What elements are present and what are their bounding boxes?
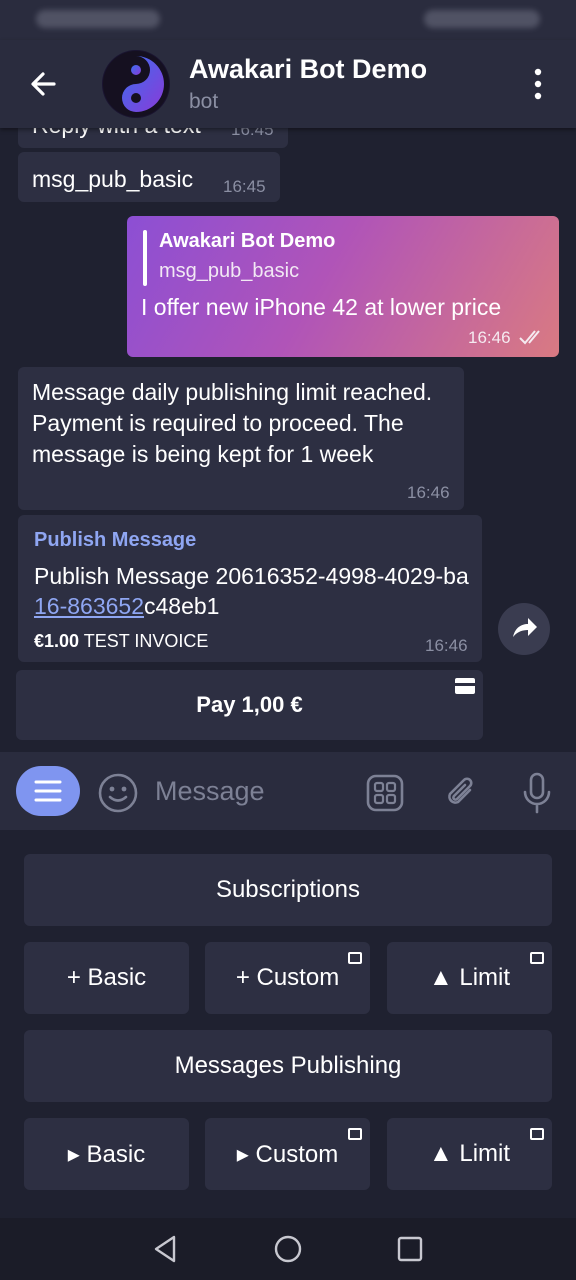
chat-header: Awakari Bot Demo bot: [0, 40, 576, 128]
menu-icon: [34, 780, 62, 802]
message-text: I offer new iPhone 42 at lower price: [141, 294, 502, 320]
keyboard-button-sub-custom[interactable]: + Custom: [205, 942, 370, 1014]
message-time: 16:46: [468, 328, 511, 347]
webapp-window-icon: [530, 1128, 544, 1140]
status-bar: [0, 0, 576, 40]
keyboard-button-label: ▸ Custom: [236, 1140, 339, 1168]
chat-subtitle: bot: [189, 90, 219, 113]
keyboard-button-pub-basic[interactable]: ▸ Basic: [24, 1118, 189, 1190]
share-button[interactable]: [498, 603, 550, 655]
invoice-description-tail: c48eb1: [144, 593, 220, 619]
pay-button[interactable]: Pay 1,00 €: [16, 670, 483, 740]
status-left-blur: [36, 10, 160, 28]
chat-messages[interactable]: Reply with a text 16:45 msg_pub_basic 16…: [0, 128, 576, 750]
system-navigation-bar: [0, 1218, 576, 1280]
pay-button-label: Pay 1,00 €: [196, 692, 303, 717]
invoice-phone-link[interactable]: 16-863652: [34, 593, 144, 619]
keyboard-button-subscriptions[interactable]: Subscriptions: [24, 854, 552, 926]
keyboard-button-label: ▸ Basic: [67, 1140, 146, 1168]
avatar-logo-icon: [103, 51, 169, 117]
credit-card-icon: [455, 678, 475, 694]
bot-avatar[interactable]: [102, 50, 170, 118]
chat-title[interactable]: Awakari Bot Demo: [189, 54, 427, 85]
bot-keyboard: Subscriptions + Basic + Custom ▲ Limit M…: [0, 830, 576, 1218]
status-right-blur: [424, 10, 540, 28]
webapp-window-icon: [348, 952, 362, 964]
message-bubble-incoming[interactable]: msg_pub_basic 16:45: [18, 152, 280, 202]
message-text: msg_pub_basic: [32, 166, 194, 192]
message-bubble-outgoing[interactable]: Awakari Bot Demo msg_pub_basic I offer n…: [127, 216, 559, 357]
keyboard-button-label: ▲ Limit: [428, 964, 511, 991]
reply-quote-title[interactable]: Awakari Bot Demo: [159, 230, 335, 253]
double-check-icon: [519, 330, 540, 345]
invoice-description-text: Publish Message 20616352-4998-4029-ba: [34, 563, 469, 589]
bot-menu-button[interactable]: [16, 766, 80, 816]
reply-quote-text: msg_pub_basic: [159, 260, 300, 282]
message-time: 16:45: [223, 177, 266, 196]
invoice-bubble[interactable]: Publish Message Publish Message 20616352…: [18, 515, 482, 662]
keyboard-button-messages-publishing[interactable]: Messages Publishing: [24, 1030, 552, 1102]
emoji-icon[interactable]: [97, 772, 139, 814]
keyboard-button-pub-custom[interactable]: ▸ Custom: [205, 1118, 370, 1190]
share-arrow-icon: [513, 618, 537, 637]
back-arrow-icon[interactable]: [24, 64, 64, 104]
keyboard-button-pub-limit[interactable]: ▲ Limit: [387, 1118, 552, 1190]
invoice-description: Publish Message 20616352-4998-4029-ba 16-…: [34, 561, 474, 621]
message-time: 16:46: [425, 636, 468, 655]
message-input-bar: [0, 752, 576, 830]
webapp-window-icon: [348, 1128, 362, 1140]
more-vertical-icon[interactable]: [526, 66, 550, 102]
keyboard-button-sub-limit[interactable]: ▲ Limit: [387, 942, 552, 1014]
message-text: Message daily publishing limit reached. …: [32, 379, 433, 467]
message-time: 16:46: [407, 483, 450, 502]
invoice-title: Publish Message: [34, 529, 197, 551]
microphone-icon[interactable]: [516, 770, 558, 816]
message-time: 16:45: [231, 128, 274, 139]
message-bubble-incoming[interactable]: Reply with a text 16:45: [18, 128, 288, 148]
keyboard-button-label: Subscriptions: [215, 876, 361, 903]
nav-recents-icon[interactable]: [394, 1233, 426, 1265]
keyboard-button-label: Messages Publishing: [174, 1052, 402, 1079]
command-grid-icon[interactable]: [364, 772, 406, 814]
keyboard-button-label: + Custom: [235, 964, 340, 991]
invoice-price: €1.00: [34, 631, 80, 651]
message-bubble-incoming[interactable]: Message daily publishing limit reached. …: [18, 367, 464, 510]
reply-quote-bar: [143, 230, 147, 286]
message-text: Reply with a text: [32, 128, 201, 141]
keyboard-button-label: + Basic: [66, 964, 147, 991]
invoice-price-line: €1.00 TEST INVOICE: [34, 631, 208, 652]
webapp-window-icon: [530, 952, 544, 964]
message-input[interactable]: [155, 768, 345, 814]
invoice-label: TEST INVOICE: [83, 631, 209, 651]
nav-home-icon[interactable]: [272, 1233, 304, 1265]
paperclip-icon[interactable]: [440, 772, 482, 814]
keyboard-button-label: ▲ Limit: [428, 1140, 511, 1167]
keyboard-button-sub-basic[interactable]: + Basic: [24, 942, 189, 1014]
nav-back-icon[interactable]: [150, 1233, 182, 1265]
